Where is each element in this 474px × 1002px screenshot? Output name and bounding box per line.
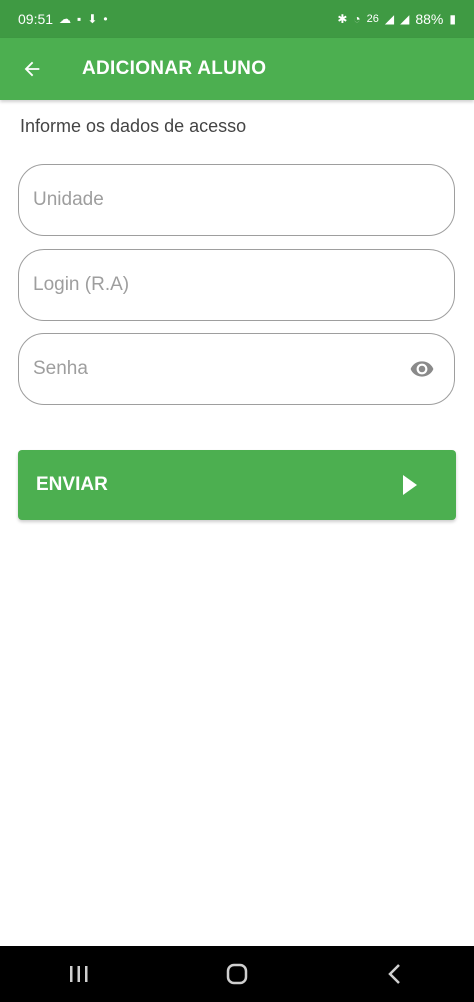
- signal-icon-2: ◢: [400, 12, 410, 26]
- login-field[interactable]: [18, 249, 455, 321]
- battery-percent: 88%: [415, 11, 444, 27]
- cloud-icon: ☁: [59, 12, 72, 26]
- arrow-left-icon: [24, 61, 40, 77]
- section-label: Informe os dados de acesso: [20, 116, 247, 136]
- home-icon: [226, 963, 248, 985]
- chevron-left-icon: [388, 964, 400, 984]
- login-input[interactable]: [19, 250, 454, 320]
- eye-icon: [410, 361, 434, 377]
- back-nav-button[interactable]: [365, 946, 425, 1002]
- unit-input[interactable]: [19, 165, 454, 235]
- submit-label: ENVIAR: [36, 474, 108, 495]
- battery-icon: ▮: [449, 12, 456, 26]
- status-time: 09:51: [18, 11, 54, 27]
- recent-apps-button[interactable]: [49, 946, 109, 1002]
- app-bar: ADICIONAR ALUNO: [0, 38, 474, 100]
- password-field[interactable]: [18, 333, 455, 405]
- recent-apps-icon: [70, 966, 88, 982]
- password-input[interactable]: [19, 334, 402, 404]
- signal-icon: ◢: [384, 12, 395, 26]
- download-icon: ⬇: [87, 12, 98, 26]
- unit-field[interactable]: [18, 164, 455, 236]
- message-icon: ▪: [77, 12, 82, 26]
- page-title: ADICIONAR ALUNO: [82, 58, 267, 79]
- status-bar: 09:51 ☁ ▪ ⬇ • ✱ ◔ 26 ◢ ◢ 88% ▮: [0, 0, 474, 38]
- status-right: ✱ ◔ 26 ◢ ◢ 88% ▮: [337, 11, 456, 27]
- play-arrow-icon: [400, 473, 420, 497]
- wifi-icon: ◔: [353, 12, 361, 26]
- home-button[interactable]: [207, 946, 267, 1002]
- status-left: 09:51 ☁ ▪ ⬇ •: [18, 11, 108, 27]
- submit-button[interactable]: ENVIAR: [18, 450, 456, 520]
- network-label: 26: [366, 13, 379, 25]
- toggle-password-visibility-button[interactable]: [402, 349, 442, 389]
- bluetooth-icon: ✱: [337, 12, 348, 26]
- dot-icon: •: [103, 12, 108, 26]
- system-navigation-bar: [0, 946, 474, 1002]
- back-button[interactable]: [12, 49, 52, 89]
